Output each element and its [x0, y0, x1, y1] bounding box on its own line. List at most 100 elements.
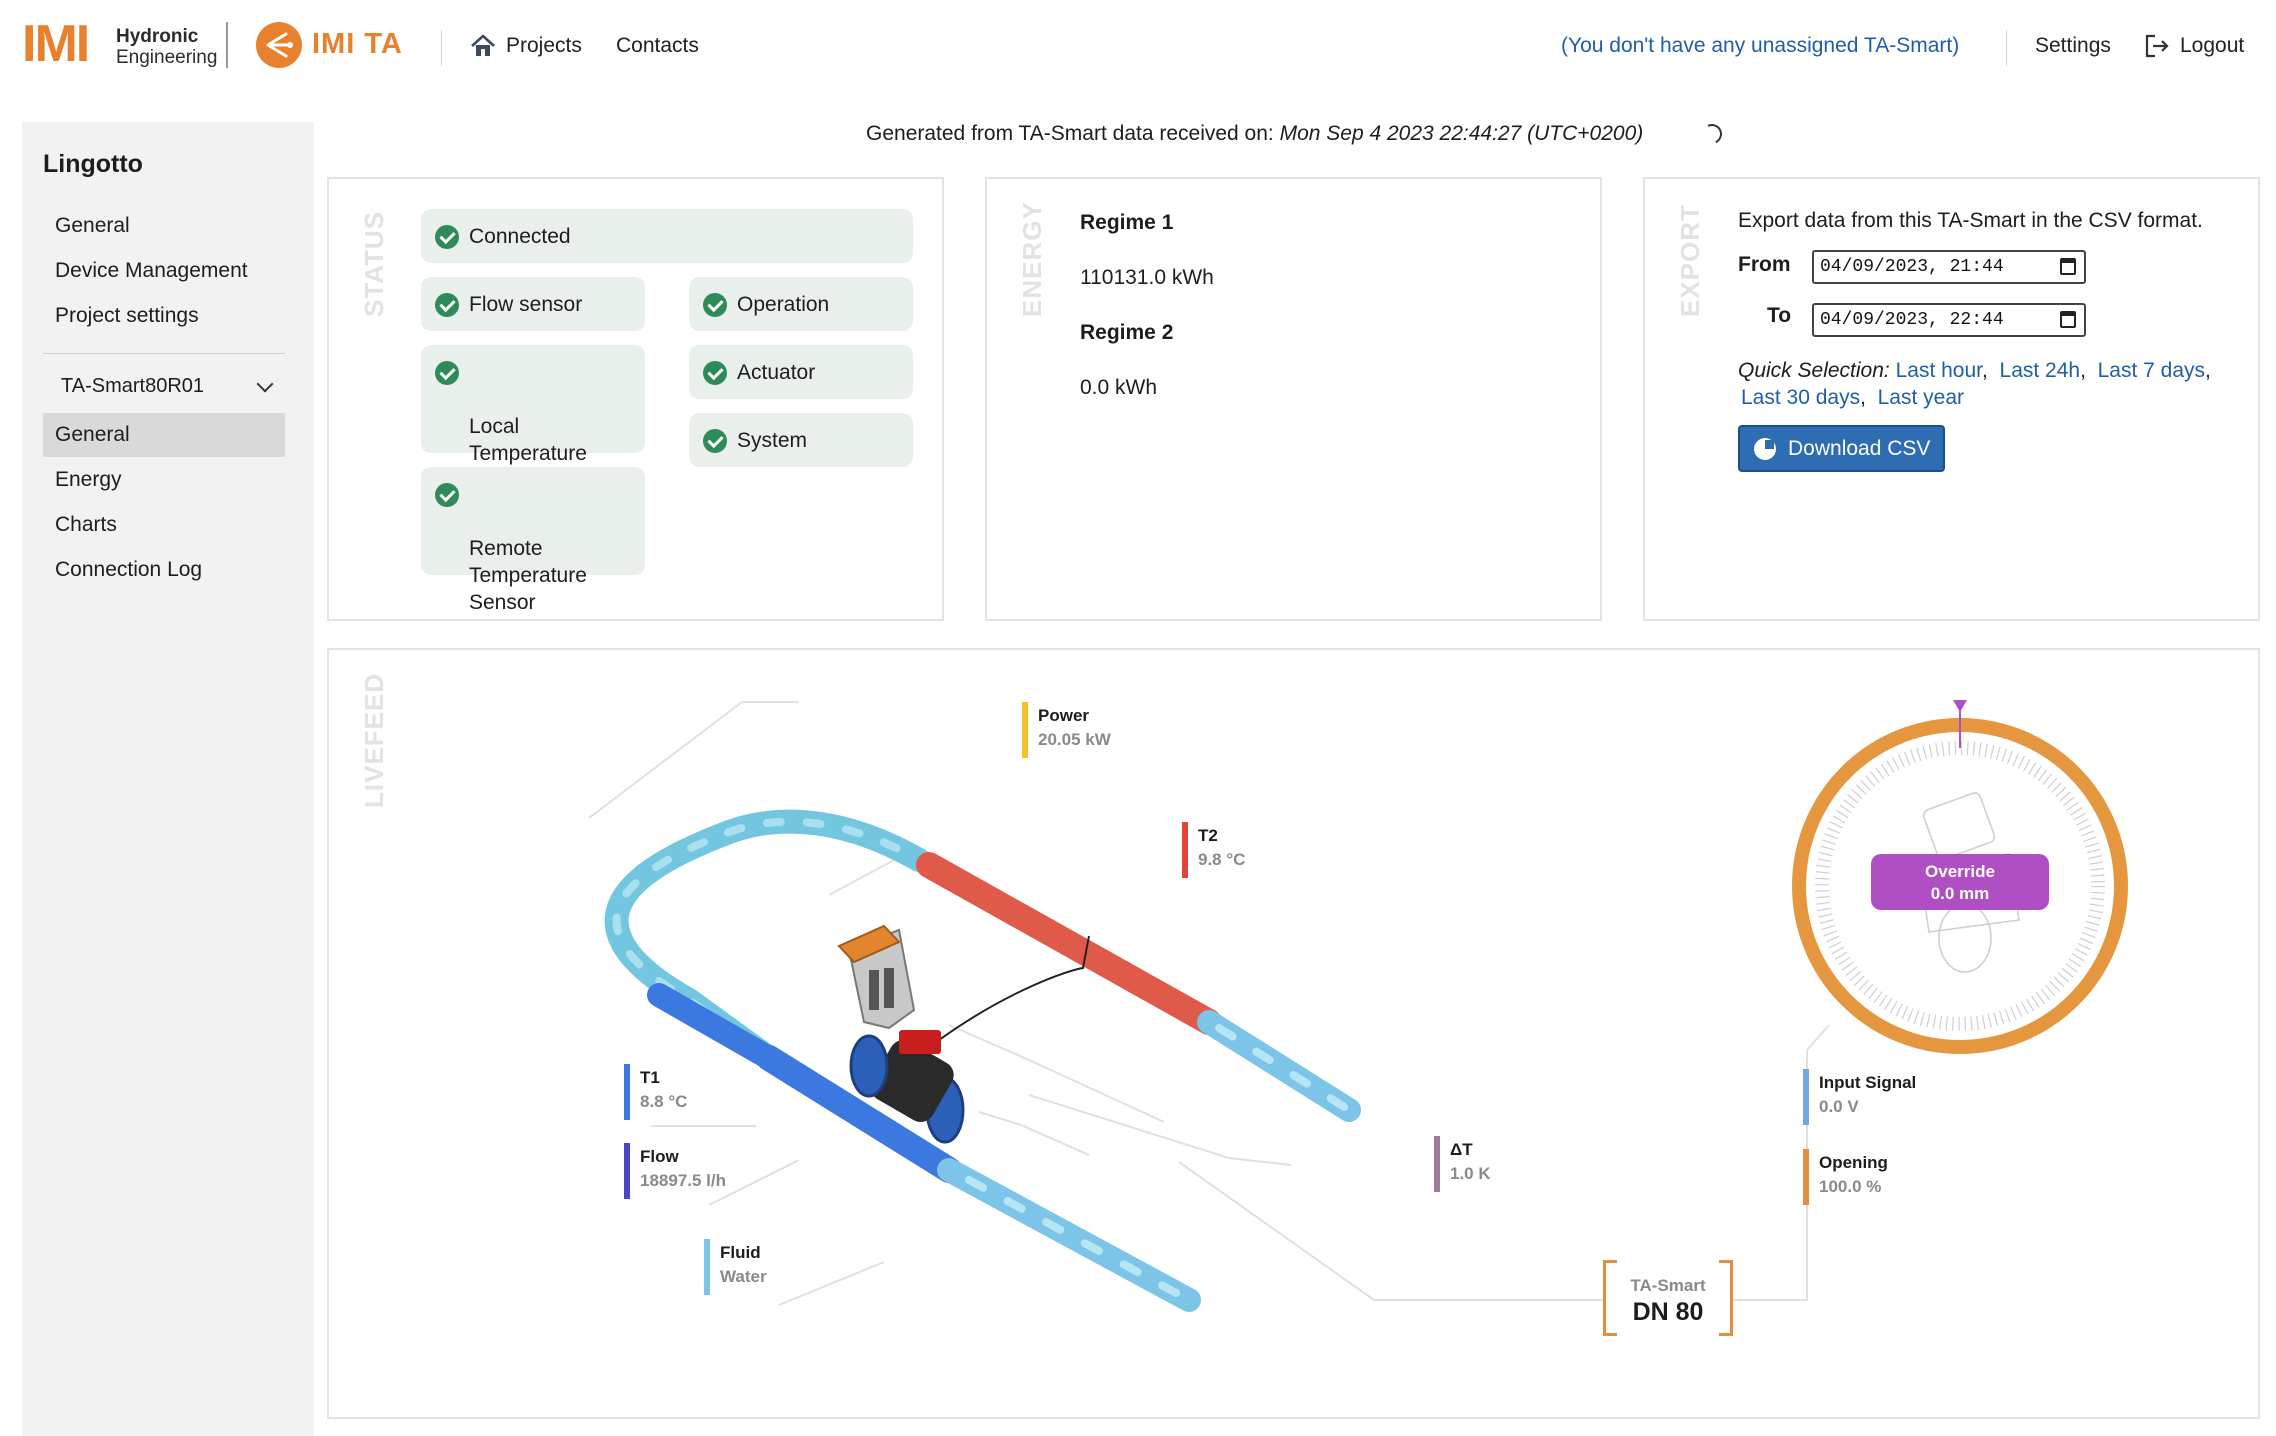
- sidebar-item-device-general[interactable]: General: [43, 413, 285, 457]
- check-circle-icon: [435, 483, 459, 507]
- power-value: 20.05 kW: [1038, 730, 1111, 749]
- pipe-loop: [604, 809, 1361, 1312]
- export-description: Export data from this TA-Smart in the CS…: [1738, 209, 2203, 232]
- status-item-label: Connected: [469, 225, 571, 248]
- regime-2-value: 0.0 kWh: [1080, 376, 1158, 399]
- home-icon: [471, 34, 495, 56]
- chevron-down-icon: [256, 375, 274, 393]
- from-datetime-input[interactable]: 04/09/2023, 21:44: [1812, 250, 2086, 284]
- nav-projects-label: Projects: [506, 34, 582, 57]
- status-item-actuator: Actuator: [689, 345, 913, 399]
- sidebar-item-energy[interactable]: Energy: [43, 458, 285, 502]
- logout-icon: [2145, 34, 2169, 58]
- check-circle-icon: [435, 225, 459, 249]
- logo-text-engineering: Engineering: [116, 47, 218, 68]
- imi-ta-logo-icon[interactable]: [256, 22, 302, 68]
- sidebar-divider: [43, 353, 285, 354]
- export-panel: EXPORT Export data from this TA-Smart in…: [1643, 177, 2260, 621]
- power-color-bar: [1022, 702, 1028, 758]
- t1-value: 8.8 °C: [640, 1092, 688, 1111]
- input-signal-value: 0.0 V: [1819, 1097, 1859, 1116]
- regime-1-label: Regime 1: [1080, 211, 1174, 234]
- regime-1-value: 110131.0 kWh: [1080, 266, 1214, 289]
- unassigned-ta-smart-link[interactable]: (You don't have any unassigned TA-Smart): [1561, 34, 1959, 58]
- loading-spinner-icon: [1699, 121, 1725, 147]
- project-title: Lingotto: [43, 150, 143, 178]
- quick-last-7-days-link[interactable]: Last 7 days: [2098, 359, 2205, 382]
- data-received-line: Generated from TA-Smart data received on…: [866, 122, 1643, 146]
- logout-button[interactable]: Logout: [2144, 33, 2244, 59]
- export-section-label: EXPORT: [1675, 204, 1705, 317]
- quick-last-30-days-link[interactable]: Last 30 days: [1741, 386, 1860, 409]
- imi-ta-logo-text: IMI TA: [312, 28, 403, 60]
- nav-contacts-link[interactable]: Contacts: [616, 34, 699, 58]
- data-received-prefix: Generated from TA-Smart data received on…: [866, 122, 1274, 145]
- check-circle-icon: [703, 429, 727, 453]
- logo-divider: [226, 22, 228, 68]
- flow-color-bar: [624, 1143, 630, 1199]
- flow-value: 18897.5 l/h: [640, 1171, 727, 1190]
- opening-color-bar: [1803, 1149, 1809, 1205]
- sidebar-item-device-management[interactable]: Device Management: [43, 249, 285, 293]
- t1-label: T1: [640, 1068, 660, 1087]
- check-circle-icon: [703, 293, 727, 317]
- t2-value: 9.8 °C: [1198, 850, 1246, 869]
- status-item-connected: Connected: [421, 209, 913, 263]
- regime-2-label: Regime 2: [1080, 321, 1174, 344]
- calendar-icon[interactable]: [2060, 311, 2076, 328]
- fluid-label: Fluid: [720, 1243, 761, 1262]
- nav-projects-link[interactable]: Projects: [470, 34, 582, 58]
- quick-selection-label: Quick Selection:: [1738, 359, 1890, 382]
- to-datetime-input[interactable]: 04/09/2023, 22:44: [1812, 303, 2086, 337]
- livefeed-panel: LIVEFEED Power 20.05 kW T2 9.8 °C T1 8.8…: [327, 648, 2260, 1419]
- status-item-flow-sensor: Flow sensor: [421, 277, 645, 331]
- from-datetime-value: 04/09/2023, 21:44: [1820, 257, 2004, 277]
- nav-divider: [441, 30, 442, 66]
- check-circle-icon: [435, 293, 459, 317]
- override-badge: Override 0.0 mm: [1871, 854, 2049, 910]
- download-icon: [1754, 438, 1776, 460]
- quick-last-24h-link[interactable]: Last 24h: [2000, 359, 2081, 382]
- download-csv-label: Download CSV: [1788, 437, 1931, 460]
- power-label: Power: [1038, 706, 1090, 725]
- sidebar-item-project-settings[interactable]: Project settings: [43, 294, 285, 338]
- delta-t-color-bar: [1434, 1136, 1440, 1192]
- input-signal-label: Input Signal: [1819, 1073, 1917, 1092]
- calendar-icon[interactable]: [2060, 258, 2076, 275]
- status-panel: STATUS Connected Flow sensor Operation L…: [327, 177, 944, 621]
- t2-label: T2: [1198, 826, 1218, 845]
- settings-link[interactable]: Settings: [2035, 34, 2111, 58]
- sidebar-item-charts[interactable]: Charts: [43, 503, 285, 547]
- data-received-timestamp: Mon Sep 4 2023 22:44:27 (UTC+0200): [1279, 122, 1644, 145]
- status-item-label: Operation: [737, 293, 830, 316]
- hydronic-system-diagram: [588, 700, 2128, 1312]
- delta-t-label: ΔT: [1450, 1140, 1473, 1159]
- t1-color-bar: [624, 1064, 630, 1120]
- download-csv-button[interactable]: Download CSV: [1738, 425, 1945, 472]
- device-select-value: TA-Smart80R01: [61, 375, 205, 397]
- sidebar-item-general[interactable]: General: [43, 204, 285, 248]
- device-select-dropdown[interactable]: TA-Smart80R01: [43, 364, 285, 408]
- quick-last-year-link[interactable]: Last year: [1878, 386, 1964, 409]
- status-item-label: Remote Temperature Sensor: [469, 537, 587, 614]
- nav-divider-right: [2006, 30, 2007, 66]
- status-item-label: Flow sensor: [469, 293, 583, 316]
- sidebar: Lingotto General Device Management Proje…: [22, 122, 314, 1436]
- sidebar-item-connection-log[interactable]: Connection Log: [43, 548, 285, 592]
- opening-label: Opening: [1819, 1153, 1888, 1172]
- energy-section-label: ENERGY: [1017, 201, 1047, 317]
- fluid-color-bar: [704, 1239, 710, 1295]
- quick-last-hour-link[interactable]: Last hour: [1896, 359, 1982, 382]
- override-value: 0.0 mm: [1930, 884, 1990, 903]
- t2-color-bar: [1182, 822, 1188, 878]
- from-label: From: [1738, 253, 1791, 276]
- status-item-local-temperature-sensor: Local Temperature Sensor: [421, 345, 645, 492]
- top-navigation-bar: IMI Hydronic Engineering IMI TA Projects…: [0, 0, 2276, 100]
- delta-t-value: 1.0 K: [1450, 1164, 1491, 1183]
- flow-label: Flow: [640, 1147, 679, 1166]
- fluid-value: Water: [720, 1267, 767, 1286]
- ta-smart-device-badge: TA-Smart DN 80: [1603, 1260, 1733, 1336]
- to-label: To: [1767, 304, 1792, 327]
- imi-logo-mark: IMI: [22, 15, 90, 73]
- status-item-label: System: [737, 429, 808, 452]
